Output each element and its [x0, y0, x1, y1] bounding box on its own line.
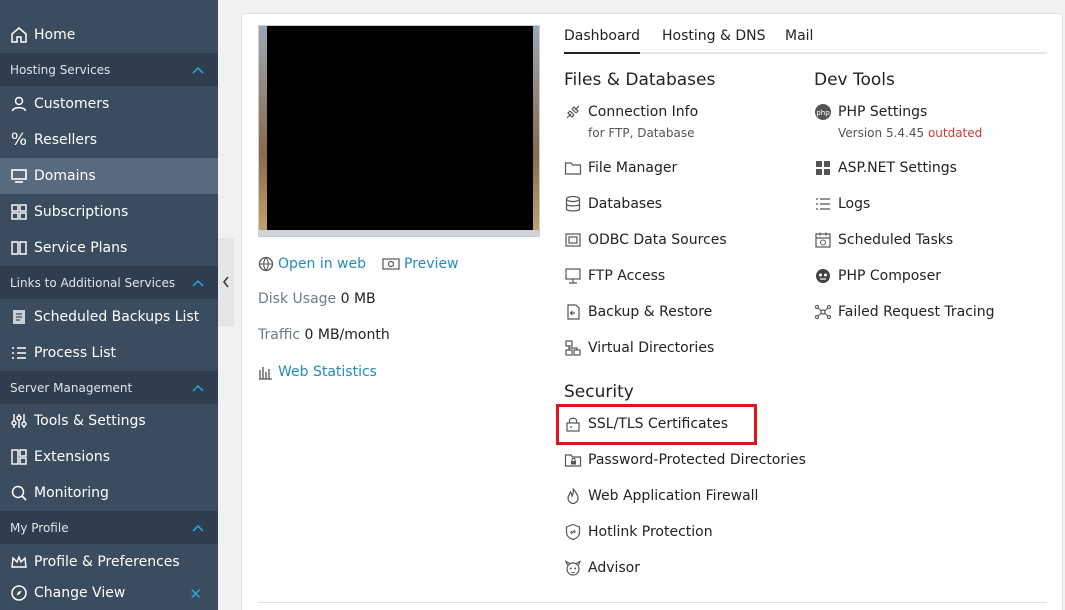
virtual-directories-link[interactable]: Virtual Directories	[564, 338, 714, 358]
close-icon[interactable]: ✕	[189, 585, 202, 603]
hotlink-protection-link[interactable]: Hotlink Protection	[564, 522, 713, 542]
preview-link[interactable]: Preview	[404, 256, 459, 272]
files-databases-title: Files & Databases	[564, 70, 716, 90]
crown-icon	[10, 553, 28, 571]
chevron-up-icon	[192, 279, 204, 287]
monitor-icon	[10, 167, 28, 185]
site-links: Open in web Preview	[258, 254, 459, 274]
sidebar-item-monitoring[interactable]: Monitoring	[0, 475, 218, 511]
locked-folder-icon	[564, 451, 582, 469]
tab-hosting-dns[interactable]: Hosting & DNS	[662, 28, 765, 52]
traffic: Traffic 0 MB/month	[258, 327, 390, 343]
php-composer-link[interactable]: PHP Composer	[814, 266, 941, 286]
sidebar-item-subscriptions[interactable]: Subscriptions	[0, 194, 218, 230]
file-manager-link[interactable]: File Manager	[564, 158, 677, 178]
logs-link[interactable]: Logs	[814, 194, 870, 214]
open-in-web-link[interactable]: Open in web	[278, 256, 366, 272]
tab-dashboard[interactable]: Dashboard	[564, 28, 640, 54]
advisor-icon	[564, 559, 582, 577]
sidebar-collapse-handle[interactable]	[218, 238, 234, 326]
change-view-button[interactable]: Change View ✕	[0, 576, 218, 610]
sidebar-section-my-profile[interactable]: My Profile	[0, 511, 218, 544]
connection-info-link[interactable]: Connection Info	[564, 102, 698, 122]
logs-icon	[814, 195, 832, 213]
web-statistics: Web Statistics	[258, 362, 377, 382]
sidebar-section-server-management[interactable]: Server Management	[0, 371, 218, 404]
sidebar-item-process-list[interactable]: Process List	[0, 335, 218, 371]
sliders-icon	[10, 412, 28, 430]
percent-icon: %	[10, 130, 28, 150]
tab-bar: Dashboard Hosting & DNS Mail	[564, 28, 1047, 54]
redacted-area	[267, 26, 533, 232]
disk-usage: Disk Usage 0 MB	[258, 291, 376, 307]
book-icon	[10, 239, 28, 257]
globe-icon	[258, 256, 274, 272]
sidebar-item-service-plans[interactable]: Service Plans	[0, 230, 218, 266]
scheduled-tasks-link[interactable]: Scheduled Tasks	[814, 230, 953, 250]
magnifier-icon	[10, 484, 28, 502]
sitemap-icon	[564, 339, 582, 357]
composer-icon	[814, 267, 832, 285]
failed-request-tracing-link[interactable]: Failed Request Tracing	[814, 302, 995, 322]
backup-icon	[10, 308, 28, 326]
odbc-link[interactable]: ODBC Data Sources	[564, 230, 727, 250]
php-icon: php	[814, 103, 832, 121]
backup-restore-link[interactable]: Backup & Restore	[564, 302, 712, 322]
connection-info-subtitle: for FTP, Database	[588, 126, 695, 140]
sidebar-section-hosting-services[interactable]: Hosting Services	[0, 53, 218, 86]
extensions-icon	[10, 448, 28, 466]
bar-chart-icon	[258, 364, 274, 380]
compass-icon	[10, 584, 28, 602]
sidebar-item-tools-settings[interactable]: Tools & Settings	[0, 403, 218, 439]
eye-icon	[382, 257, 400, 271]
chevron-up-icon	[192, 384, 204, 392]
backup-icon	[564, 303, 582, 321]
sidebar-item-home[interactable]: Home	[0, 17, 218, 53]
ftp-icon	[564, 267, 582, 285]
sidebar-section-links[interactable]: Links to Additional Services	[0, 266, 218, 299]
sidebar-item-label: Home	[34, 27, 76, 43]
outdated-badge: outdated	[927, 126, 983, 140]
web-application-firewall-link[interactable]: Web Application Firewall	[564, 486, 758, 506]
sidebar-item-profile-preferences[interactable]: Profile & Preferences	[0, 544, 218, 580]
user-icon	[10, 95, 28, 113]
databases-link[interactable]: Databases	[564, 194, 662, 214]
advisor-link[interactable]: Advisor	[564, 558, 640, 578]
chevron-up-icon	[192, 66, 204, 74]
grid-icon	[10, 203, 28, 221]
sidebar-item-resellers[interactable]: % Resellers	[0, 122, 218, 158]
security-title: Security	[564, 382, 634, 402]
aspnet-settings-link[interactable]: ASP.NET Settings	[814, 158, 957, 178]
chevron-left-icon	[223, 276, 229, 288]
home-icon	[10, 26, 28, 44]
list-icon	[10, 344, 28, 362]
password-protected-dirs-link[interactable]: Password-Protected Directories	[564, 450, 806, 470]
sidebar-item-customers[interactable]: Customers	[0, 86, 218, 122]
web-statistics-link[interactable]: Web Statistics	[278, 364, 377, 380]
php-version: Version 5.4.45 outdated	[838, 126, 983, 140]
plug-icon	[564, 103, 582, 121]
sidebar-item-extensions[interactable]: Extensions	[0, 439, 218, 475]
windows-icon	[814, 159, 832, 177]
dev-tools-title: Dev Tools	[814, 70, 895, 90]
php-settings-link[interactable]: php PHP Settings	[814, 102, 927, 122]
tab-mail[interactable]: Mail	[785, 28, 813, 52]
network-icon	[814, 303, 832, 321]
site-thumbnail[interactable]	[258, 25, 540, 237]
flame-icon	[564, 487, 582, 505]
shield-icon	[564, 523, 582, 541]
sidebar-item-scheduled-backups[interactable]: Scheduled Backups List	[0, 299, 218, 335]
highlight-box	[556, 404, 757, 445]
sidebar-item-domains[interactable]: Domains	[0, 158, 218, 194]
divider	[258, 602, 1047, 603]
odbc-icon	[564, 231, 582, 249]
calendar-icon	[814, 231, 832, 249]
svg-text:php: php	[816, 109, 830, 117]
database-icon	[564, 195, 582, 213]
sidebar: Home Hosting Services Customers % Resell…	[0, 0, 218, 610]
chevron-up-icon	[192, 524, 204, 532]
ftp-access-link[interactable]: FTP Access	[564, 266, 665, 286]
folder-icon	[564, 159, 582, 177]
